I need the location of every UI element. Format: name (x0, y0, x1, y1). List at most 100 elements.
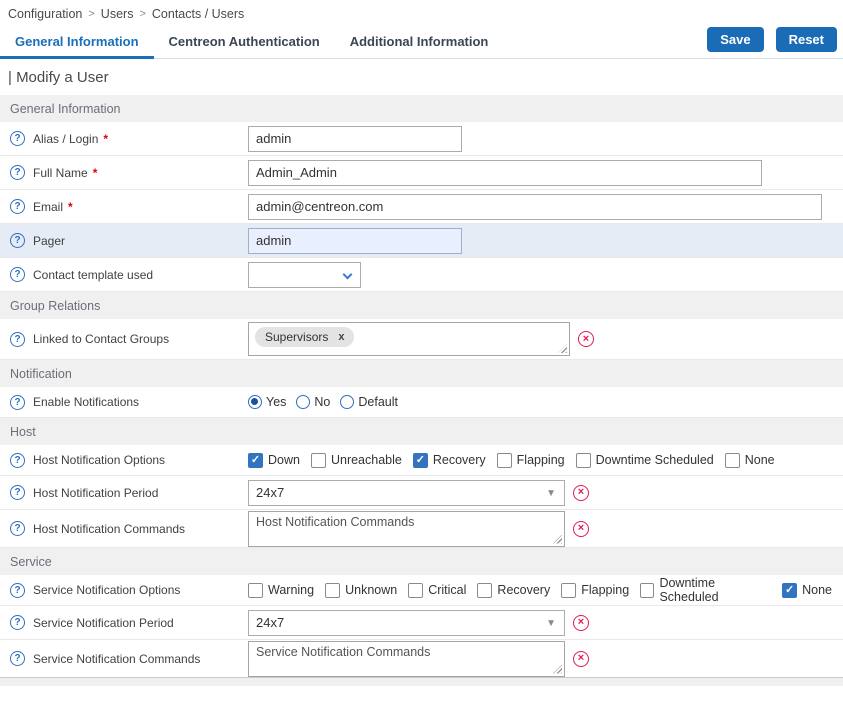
radio-yes-label: Yes (266, 395, 286, 409)
enable-notifications-control: Yes No Default (248, 395, 843, 409)
clear-field-icon[interactable]: × (573, 615, 589, 631)
help-icon[interactable]: ? (10, 615, 25, 630)
required-asterisk: * (103, 132, 108, 146)
radio-no[interactable]: No (296, 395, 330, 409)
checkbox-downtime-scheduled[interactable]: Downtime Scheduled (640, 576, 771, 604)
help-icon[interactable]: ? (10, 485, 25, 500)
help-icon[interactable]: ? (10, 583, 25, 598)
checkbox-flapping[interactable]: Flapping (497, 453, 565, 468)
host-options-label-group: ? Host Notification Options (0, 453, 248, 468)
alias-label: Alias / Login (33, 132, 98, 146)
host-period-label: Host Notification Period (33, 486, 158, 500)
resize-handle[interactable] (553, 665, 562, 674)
checkbox-icon (413, 453, 428, 468)
service-period-value: 24x7 (256, 615, 284, 630)
clear-field-icon[interactable]: × (578, 331, 594, 347)
checkbox-downtime-scheduled[interactable]: Downtime Scheduled (576, 453, 714, 468)
checkbox-down[interactable]: Down (248, 453, 300, 468)
help-icon[interactable]: ? (10, 131, 25, 146)
section-group-relations: Group Relations (0, 292, 843, 319)
clear-field-icon[interactable]: × (573, 651, 589, 667)
clear-field-icon[interactable]: × (573, 521, 589, 537)
breadcrumb-contacts-users[interactable]: Contacts / Users (152, 7, 244, 21)
tab-bar: General Information Centreon Authenticat… (0, 26, 843, 59)
pager-label-group: ? Pager (0, 233, 248, 248)
enable-notifications-label: Enable Notifications (33, 395, 139, 409)
pager-input[interactable] (248, 228, 462, 254)
help-icon[interactable]: ? (10, 453, 25, 468)
breadcrumb-separator: > (139, 8, 145, 20)
breadcrumb-separator: > (88, 8, 94, 20)
field-row-fullname: ? Full Name * (0, 156, 843, 190)
enable-notifications-radio-group: Yes No Default (248, 395, 408, 409)
radio-default-label: Default (358, 395, 398, 409)
field-row-service-options: ? Service Notification Options Warning U… (0, 575, 843, 606)
help-icon[interactable]: ? (10, 233, 25, 248)
service-period-select[interactable]: 24x7 ▼ (248, 610, 565, 636)
contact-template-control (248, 262, 843, 288)
radio-icon (248, 395, 262, 409)
tag-remove-icon[interactable]: x (338, 331, 344, 343)
field-row-host-options: ? Host Notification Options Down Unreach… (0, 445, 843, 476)
service-commands-multiselect[interactable]: Service Notification Commands (248, 641, 565, 677)
checkbox-critical[interactable]: Critical (408, 583, 466, 598)
host-period-select[interactable]: 24x7 ▼ (248, 480, 565, 506)
checkbox-recovery[interactable]: Recovery (413, 453, 486, 468)
fullname-label: Full Name (33, 166, 88, 180)
checkbox-unknown[interactable]: Unknown (325, 583, 397, 598)
contact-template-label: Contact template used (33, 268, 153, 282)
checkbox-icon (782, 583, 797, 598)
radio-default[interactable]: Default (340, 395, 398, 409)
checkbox-icon (408, 583, 423, 598)
host-commands-multiselect[interactable]: Host Notification Commands (248, 511, 565, 547)
checkbox-recovery[interactable]: Recovery (477, 583, 550, 598)
pager-control (248, 228, 843, 254)
clear-field-icon[interactable]: × (573, 485, 589, 501)
host-options-checkbox-group: Down Unreachable Recovery Flapping Downt… (248, 453, 786, 468)
checkbox-icon (725, 453, 740, 468)
breadcrumb-users[interactable]: Users (101, 7, 134, 21)
resize-handle[interactable] (553, 535, 562, 544)
tab-additional-information[interactable]: Additional Information (335, 26, 504, 58)
radio-yes[interactable]: Yes (248, 395, 286, 409)
help-icon[interactable]: ? (10, 267, 25, 282)
caret-down-icon: ▼ (546, 488, 556, 499)
checkbox-icon (497, 453, 512, 468)
breadcrumb-configuration[interactable]: Configuration (8, 7, 82, 21)
checkbox-none[interactable]: None (725, 453, 775, 468)
fullname-input[interactable] (248, 160, 762, 186)
field-row-enable-notifications: ? Enable Notifications Yes No Default (0, 387, 843, 418)
section-general-information: General Information (0, 95, 843, 122)
checkbox-warning[interactable]: Warning (248, 583, 314, 598)
checkbox-recovery-label: Recovery (433, 453, 486, 467)
service-commands-label-group: ? Service Notification Commands (0, 651, 248, 666)
field-row-contact-template: ? Contact template used (0, 258, 843, 292)
contact-template-select[interactable] (248, 262, 361, 288)
help-icon[interactable]: ? (10, 165, 25, 180)
checkbox-icon (311, 453, 326, 468)
host-commands-label: Host Notification Commands (33, 522, 185, 536)
alias-input[interactable] (248, 126, 462, 152)
alias-label-group: ? Alias / Login * (0, 131, 248, 146)
help-icon[interactable]: ? (10, 521, 25, 536)
reset-button[interactable]: Reset (776, 27, 837, 52)
resize-handle[interactable] (558, 344, 567, 353)
tab-general-information[interactable]: General Information (0, 26, 154, 58)
checkbox-none[interactable]: None (782, 583, 832, 598)
field-row-pager: ? Pager (0, 224, 843, 258)
help-icon[interactable]: ? (10, 332, 25, 347)
radio-icon (340, 395, 354, 409)
checkbox-flapping[interactable]: Flapping (561, 583, 629, 598)
email-input[interactable] (248, 194, 822, 220)
tab-centreon-authentication[interactable]: Centreon Authentication (154, 26, 335, 58)
pager-label: Pager (33, 234, 65, 248)
toolbar-buttons: Save Reset (707, 27, 837, 58)
help-icon[interactable]: ? (10, 395, 25, 410)
help-icon[interactable]: ? (10, 199, 25, 214)
contact-groups-label: Linked to Contact Groups (33, 332, 169, 346)
contact-groups-multiselect[interactable]: Supervisors x (248, 322, 570, 356)
checkbox-icon (248, 453, 263, 468)
save-button[interactable]: Save (707, 27, 763, 52)
checkbox-unreachable[interactable]: Unreachable (311, 453, 402, 468)
help-icon[interactable]: ? (10, 651, 25, 666)
